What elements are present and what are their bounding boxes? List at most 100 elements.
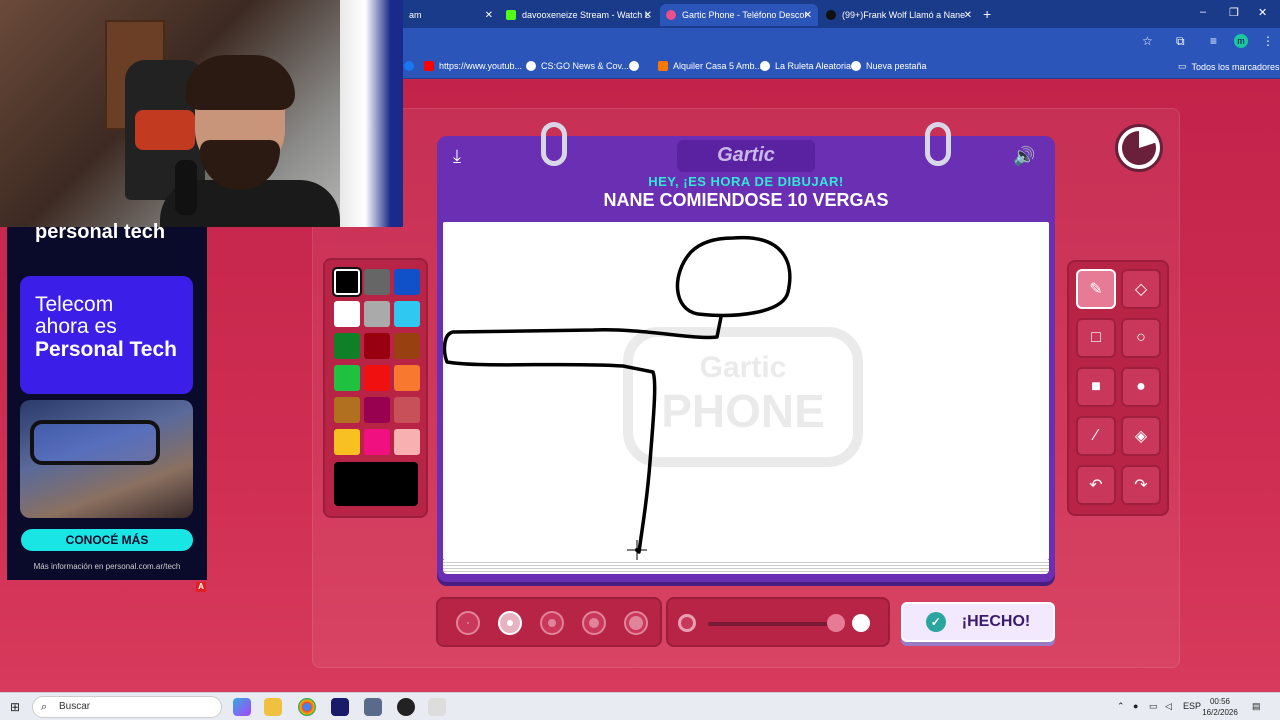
windows-start-icon[interactable]: ⊞ xyxy=(10,700,20,714)
close-window-button[interactable]: ✕ xyxy=(1258,6,1267,19)
calculator-icon[interactable] xyxy=(364,698,382,716)
done-button[interactable]: ✓ ¡HECHO! xyxy=(901,602,1055,642)
language-indicator[interactable]: ESP xyxy=(1183,701,1201,711)
star-icon[interactable]: ☆ xyxy=(1142,34,1153,48)
ad-headline-card: Telecom ahora es Personal Tech xyxy=(20,276,193,394)
bookmark-0[interactable]: https://www.youtub... xyxy=(424,61,522,71)
color-swatch[interactable] xyxy=(334,365,360,391)
brush-size-dot xyxy=(629,616,643,630)
brush-size-option[interactable] xyxy=(540,611,564,635)
gartic-icon xyxy=(666,10,676,20)
close-icon[interactable]: ✕ xyxy=(964,10,972,21)
extensions-icon[interactable]: ⧉ xyxy=(1176,34,1185,49)
bookmark-2[interactable] xyxy=(629,61,644,71)
color-swatch[interactable] xyxy=(394,397,420,423)
all-bookmarks[interactable]: ▭ Todos los marcadores xyxy=(1178,61,1280,72)
color-swatch[interactable] xyxy=(394,301,420,327)
line-tool-button[interactable]: ⁄ xyxy=(1076,416,1116,456)
copilot-icon[interactable] xyxy=(233,698,251,716)
close-icon[interactable]: ✕ xyxy=(485,10,493,21)
tray-chevron-icon[interactable]: ⌃ xyxy=(1117,701,1125,712)
brush-size-option[interactable] xyxy=(582,611,606,635)
check-icon: ✓ xyxy=(925,612,946,632)
rect-fill-tool-button[interactable]: ■ xyxy=(1076,367,1116,407)
color-swatch[interactable] xyxy=(394,365,420,391)
undo-tool-button[interactable]: ↶ xyxy=(1076,465,1116,505)
color-palette xyxy=(323,258,428,518)
bookmark-3[interactable]: Alquiler Casa 5 Amb... xyxy=(658,61,762,71)
pencil-tool-button[interactable]: ✎ xyxy=(1076,269,1116,309)
ellipse-outline-tool-button[interactable]: ○ xyxy=(1121,318,1161,358)
brush-size-dot xyxy=(548,619,556,627)
globe-icon xyxy=(526,61,536,71)
browser-tab-2[interactable]: Gartic Phone - Teléfono Descor ✕ xyxy=(660,4,818,26)
close-icon[interactable]: ✕ xyxy=(644,10,652,21)
fill-bucket-tool-button[interactable]: ◈ xyxy=(1121,416,1161,456)
volume-icon[interactable]: ◁ xyxy=(1165,701,1172,712)
network-icon[interactable]: ▭ xyxy=(1149,701,1158,712)
speaker-icon[interactable]: 🔊 xyxy=(1013,146,1035,167)
color-swatch[interactable] xyxy=(364,269,390,295)
color-swatch[interactable] xyxy=(364,429,390,455)
rect-outline-tool-button[interactable]: □ xyxy=(1076,318,1116,358)
color-swatch[interactable] xyxy=(364,397,390,423)
eraser-tool-button[interactable]: ◇ xyxy=(1121,269,1161,309)
color-swatch[interactable] xyxy=(364,301,390,327)
color-swatch[interactable] xyxy=(394,333,420,359)
menu-icon[interactable]: ⋮ xyxy=(1262,34,1274,48)
timer-icon xyxy=(1115,124,1163,172)
prompt-subtitle: HEY, ¡ES HORA DE DIBUJAR! xyxy=(648,174,844,189)
color-swatch[interactable] xyxy=(334,429,360,455)
color-swatch[interactable] xyxy=(334,397,360,423)
color-swatch[interactable] xyxy=(364,333,390,359)
ad-photo xyxy=(20,400,193,518)
file-explorer-icon[interactable] xyxy=(264,698,282,716)
taskbar: ⊞ ⌕ Buscar ⌃ ● ▭ ◁ ESP 00:56 16/2/2026 ▤ xyxy=(0,692,1280,720)
color-swatch[interactable] xyxy=(394,269,420,295)
opacity-slider-track[interactable] xyxy=(708,622,836,626)
tiktok-icon xyxy=(826,10,836,20)
browser-tab-1[interactable]: davooxeneize Stream - Watch L ✕ xyxy=(500,4,658,26)
brush-size-option[interactable] xyxy=(624,611,648,635)
drawing-canvas[interactable]: Gartic PHONE xyxy=(443,222,1049,560)
bookmark-1[interactable]: CS:GO News & Cov... xyxy=(526,61,629,71)
close-icon[interactable]: ✕ xyxy=(804,10,812,21)
brush-size-option[interactable] xyxy=(498,611,522,635)
color-swatch[interactable] xyxy=(334,333,360,359)
new-tab-button[interactable]: + xyxy=(983,6,991,22)
obs-icon[interactable] xyxy=(397,698,415,716)
redo-tool-button[interactable]: ↷ xyxy=(1121,465,1161,505)
bookmark-4[interactable]: La Ruleta Aleatoria xyxy=(760,61,851,71)
color-swatch[interactable] xyxy=(394,429,420,455)
restore-button[interactable]: ❐ xyxy=(1229,6,1239,19)
premiere-icon[interactable] xyxy=(331,698,349,716)
chrome-icon[interactable] xyxy=(298,698,316,716)
color-swatch[interactable] xyxy=(332,267,362,297)
prompt-phrase: NANE COMIENDOSE 10 VERGAS xyxy=(603,190,889,210)
ad-cta-button[interactable]: CONOCÉ MÁS xyxy=(21,529,193,551)
facebook-icon[interactable] xyxy=(404,61,419,71)
ellipse-fill-tool-button[interactable]: ● xyxy=(1121,367,1161,407)
color-swatch[interactable] xyxy=(364,365,390,391)
browser-tab-0[interactable]: am ✕ xyxy=(403,4,499,26)
color-swatch[interactable] xyxy=(334,301,360,327)
playlist-icon[interactable]: ≡ xyxy=(1210,34,1217,48)
opacity-slider-handle[interactable] xyxy=(827,614,845,632)
browser-tab-3[interactable]: (99+)Frank Wolf Llamó a Nane ✕ xyxy=(820,4,978,26)
taskbar-search[interactable]: ⌕ Buscar xyxy=(32,696,222,718)
ad-choices-icon[interactable]: A xyxy=(196,582,206,592)
download-icon[interactable]: ⤓ xyxy=(453,146,461,167)
notification-icon[interactable]: ▤ xyxy=(1252,701,1261,712)
brush-size-option[interactable] xyxy=(456,611,480,635)
pencil-icon: ✎ xyxy=(1089,281,1103,298)
minimize-button[interactable]: – xyxy=(1200,6,1206,18)
watermark-line-1: Gartic xyxy=(700,351,787,384)
mic-tray-icon[interactable]: ● xyxy=(1133,701,1138,711)
profile-avatar[interactable]: m xyxy=(1234,34,1248,48)
brush-size-dot xyxy=(589,618,599,628)
bookmark-5[interactable]: Nueva pestaña xyxy=(851,61,927,71)
eraser-icon: ◇ xyxy=(1134,281,1148,298)
app-icon[interactable] xyxy=(428,698,446,716)
ad-banner[interactable]: personal tech Telecom ahora es Personal … xyxy=(7,221,207,580)
taskbar-clock[interactable]: 00:56 16/2/2026 xyxy=(1200,696,1240,718)
